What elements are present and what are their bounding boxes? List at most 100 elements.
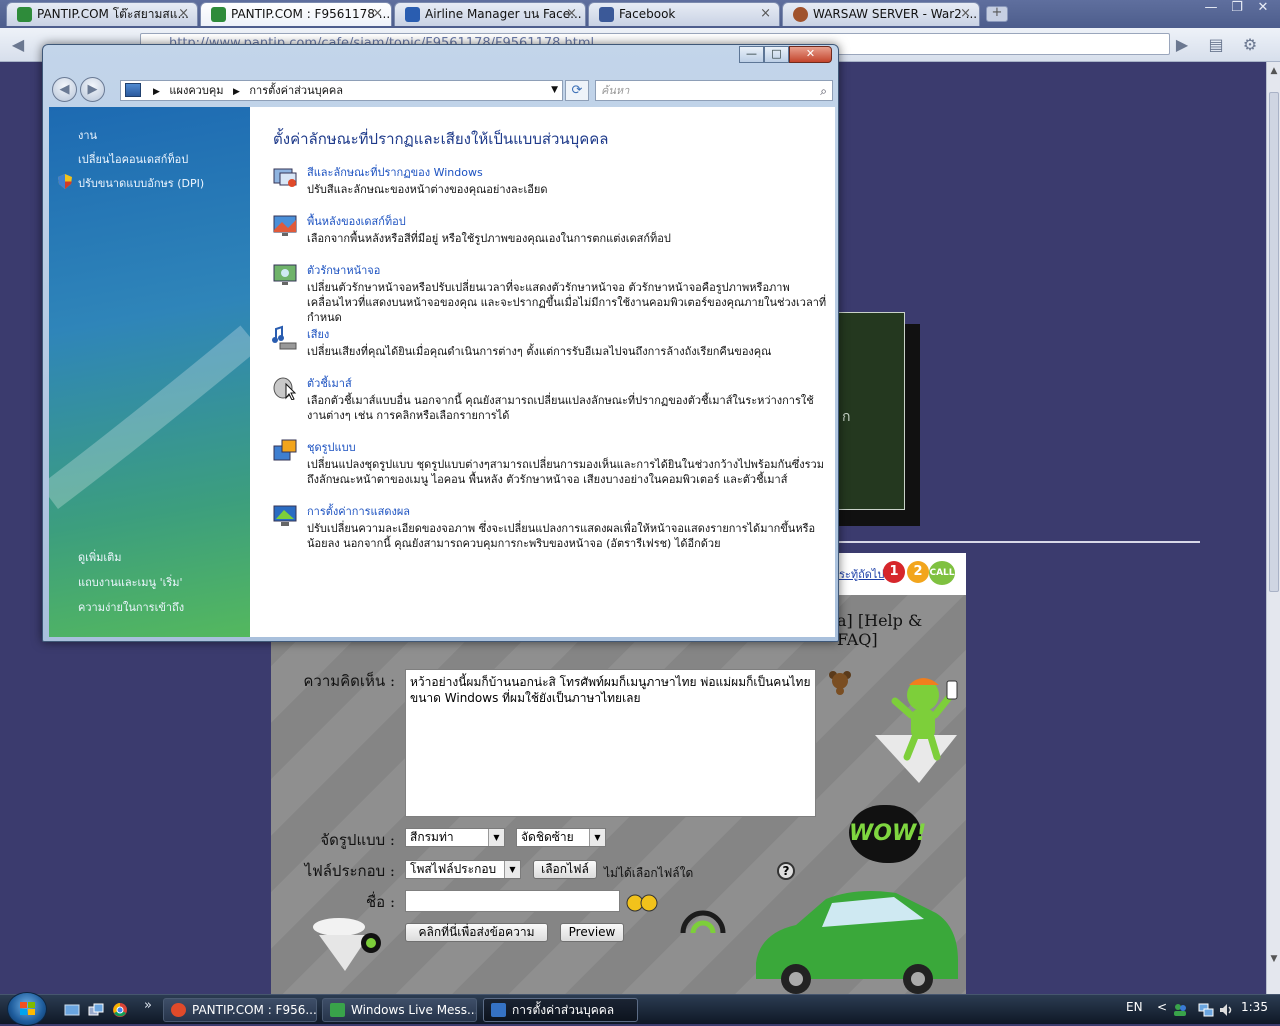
back-button[interactable]: ◀ bbox=[52, 77, 77, 102]
align-select[interactable]: จัดชิดซ้าย ▼ bbox=[516, 828, 606, 847]
tab-close-icon[interactable]: × bbox=[178, 3, 189, 25]
new-tab-button[interactable]: + bbox=[986, 6, 1008, 22]
wrench-icon[interactable]: ⚙ bbox=[1240, 35, 1260, 55]
control-panel-icon bbox=[491, 1003, 506, 1017]
breadcrumb-control-panel[interactable]: แผงควบคุม bbox=[169, 84, 223, 97]
search-input[interactable]: ค้นหา ⌕ bbox=[595, 80, 833, 101]
taskbar-item-label: PANTIP.COM : F956... bbox=[192, 1003, 317, 1017]
breadcrumb-arrow-icon[interactable]: ▶ bbox=[153, 83, 160, 102]
taskbar-item-pantip[interactable]: PANTIP.COM : F956... bbox=[163, 998, 317, 1022]
align-select-value: จัดชิดซ้าย bbox=[521, 830, 574, 844]
desktop-background-link[interactable]: พื้นหลังของเดสก์ท็อป bbox=[307, 212, 406, 230]
minimize-button[interactable]: — bbox=[739, 46, 764, 63]
taskbar-item-personalization[interactable]: การตั้งค่าส่วนบุคคล bbox=[483, 998, 638, 1022]
breadcrumb-personalization[interactable]: การตั้งค่าส่วนบุคคล bbox=[249, 84, 343, 97]
quick-launch-more-icon[interactable]: » bbox=[144, 998, 152, 1013]
show-desktop-icon[interactable] bbox=[64, 1002, 80, 1018]
scroll-down-icon[interactable]: ▼ bbox=[1268, 952, 1280, 966]
one-two-call-logo-1: 1 bbox=[883, 561, 905, 583]
browser-tab-pantip-topic[interactable]: PANTIP.COM : F9561178 ... × bbox=[200, 2, 392, 26]
attach-type-select[interactable]: โพสไฟล์ประกอบ ▼ bbox=[405, 860, 521, 879]
messenger-tray-icon[interactable] bbox=[1172, 1002, 1188, 1018]
clock[interactable]: 1:35 bbox=[1241, 1000, 1268, 1014]
sidebar-adjust-font-size[interactable]: ปรับขนาดแบบอักษร (DPI) bbox=[78, 174, 204, 192]
cloud-illustration bbox=[313, 918, 381, 971]
preview-button[interactable]: Preview bbox=[560, 923, 624, 942]
page-scrollbar[interactable]: ▲ ▼ bbox=[1266, 62, 1280, 994]
no-file-chosen-text: ไม่ได้เลือกไฟล์ใด bbox=[604, 866, 694, 880]
browser-tab-facebook[interactable]: Facebook × bbox=[588, 2, 780, 26]
close-button[interactable]: ✕ bbox=[789, 46, 832, 63]
switch-windows-icon[interactable] bbox=[88, 1002, 104, 1018]
network-tray-icon[interactable] bbox=[1198, 1002, 1214, 1018]
taskbar-item-live-messenger[interactable]: Windows Live Mess... bbox=[322, 998, 477, 1022]
display-settings-link[interactable]: การตั้งค่าการแสดงผล bbox=[307, 502, 410, 520]
scrollbar-thumb[interactable] bbox=[1269, 92, 1279, 592]
display-settings-desc: ปรับเปลี่ยนความละเอียดของจอภาพ ซึ่งจะเปล… bbox=[307, 522, 816, 550]
browser-tab-warsaw-server[interactable]: WARSAW SERVER - War2 ... × bbox=[782, 2, 980, 26]
one-two-call-logo-call: CALL bbox=[929, 561, 955, 585]
refresh-button[interactable]: ⟳ bbox=[565, 80, 589, 101]
scroll-up-icon[interactable]: ▲ bbox=[1268, 64, 1280, 78]
tab-label: Airline Manager บน Face... bbox=[425, 7, 582, 21]
browser-tab-pantip-siam[interactable]: PANTIP.COM โต๊ะสยามสแ... × bbox=[6, 2, 198, 26]
personalization-window: — □ ✕ ◀ ▶ ▶ แผงควบคุม ▶ การตั้งค่าส่วนบุ… bbox=[42, 44, 839, 642]
maximize-button[interactable]: ❐ bbox=[1226, 1, 1248, 17]
screen-saver-desc: เปลี่ยนตัวรักษาหน้าจอหรือปรับเปลี่ยนเวลา… bbox=[307, 281, 827, 324]
teddy-bear-icon bbox=[829, 671, 851, 695]
display-settings-icon bbox=[273, 505, 297, 526]
sidebar-swoosh-decoration bbox=[49, 325, 250, 509]
search-placeholder: ค้นหา bbox=[601, 84, 630, 97]
volume-tray-icon[interactable] bbox=[1218, 1002, 1234, 1018]
screen-saver-link[interactable]: ตัวรักษาหน้าจอ bbox=[307, 261, 380, 279]
start-button[interactable] bbox=[7, 992, 47, 1026]
sounds-link[interactable]: เสียง bbox=[307, 325, 329, 343]
themes-desc: เปลี่ยนแปลงชุดรูปแบบ ชุดรูปแบบต่างๆสามาร… bbox=[307, 458, 824, 486]
comment-textarea[interactable]: หว้าอย่างนี้ผมก็บ้านนอกน่ะสิ โทรศัพท์ผมก… bbox=[405, 669, 816, 817]
language-indicator[interactable]: EN bbox=[1126, 1000, 1143, 1014]
tab-label: PANTIP.COM โต๊ะสยามสแ... bbox=[37, 7, 189, 21]
chevron-down-icon: ▼ bbox=[589, 829, 605, 846]
next-topic-link[interactable]: ระทู้ถัดไป bbox=[839, 565, 884, 583]
desktop-background-desc: เลือกจากพื้นหลังหรือสีที่มีอยู่ หรือใช้ร… bbox=[307, 232, 671, 245]
messenger-icon bbox=[330, 1003, 345, 1017]
themes-link[interactable]: ชุดรูปแบบ bbox=[307, 438, 356, 456]
go-arrow-icon[interactable]: ▶ bbox=[1172, 35, 1192, 55]
page-title: ตั้งค่าลักษณะที่ปรากฏและเสียงให้เป็นแบบส… bbox=[273, 130, 609, 148]
sidebar-change-desktop-icons[interactable]: เปลี่ยนไอคอนเดสก์ท็อป bbox=[78, 150, 188, 168]
color-select[interactable]: สีกรมท่า ▼ bbox=[405, 828, 505, 847]
help-faq-link[interactable]: a] [Help & FAQ] bbox=[837, 611, 966, 649]
back-arrow-icon[interactable]: ◀ bbox=[8, 35, 28, 55]
search-icon[interactable]: ⌕ bbox=[820, 82, 827, 101]
windows-taskbar: » PANTIP.COM : F956... Windows Live Mess… bbox=[0, 992, 1280, 1026]
chrome-icon[interactable] bbox=[112, 1002, 128, 1018]
sidebar-taskbar-start-menu[interactable]: แถบงานและเมนู 'เริ่ม' bbox=[78, 573, 183, 591]
name-input[interactable] bbox=[405, 890, 620, 912]
tab-close-icon[interactable]: × bbox=[960, 3, 971, 25]
browser-tab-airline-manager[interactable]: Airline Manager บน Face... × bbox=[394, 2, 586, 26]
close-button[interactable]: ✕ bbox=[1252, 1, 1274, 17]
mouse-pointers-link[interactable]: ตัวชี้เมาส์ bbox=[307, 374, 352, 392]
explorer-address-bar[interactable]: ▶ แผงควบคุม ▶ การตั้งค่าส่วนบุคคล ▼ bbox=[120, 80, 563, 101]
chevron-down-icon[interactable]: ▼ bbox=[551, 81, 558, 100]
facebook-favicon-icon bbox=[599, 7, 614, 22]
color-select-value: สีกรมท่า bbox=[410, 830, 454, 844]
choose-file-button[interactable]: เลือกไฟล์ bbox=[533, 860, 597, 879]
minimize-button[interactable]: — bbox=[1200, 1, 1222, 17]
maximize-button[interactable]: □ bbox=[764, 46, 789, 63]
sidebar-ease-of-access[interactable]: ความง่ายในการเข้าถึง bbox=[78, 598, 184, 616]
tray-expand-icon[interactable]: < bbox=[1157, 1000, 1167, 1014]
help-question-icon[interactable]: ? bbox=[777, 862, 795, 880]
tab-close-icon[interactable]: × bbox=[372, 3, 383, 25]
screen-saver-icon bbox=[273, 264, 297, 285]
page-menu-icon[interactable]: ▤ bbox=[1206, 35, 1226, 55]
forward-button[interactable]: ▶ bbox=[80, 77, 105, 102]
window-color-icon bbox=[273, 168, 297, 187]
window-color-link[interactable]: สีและลักษณะที่ปรากฏของ Windows bbox=[307, 163, 483, 181]
tab-close-icon[interactable]: × bbox=[760, 3, 771, 25]
submit-message-button[interactable]: คลิกที่นี่เพื่อส่งข้อความ bbox=[405, 923, 548, 942]
taskbar-item-label: Windows Live Mess... bbox=[351, 1003, 477, 1017]
breadcrumb-arrow-icon[interactable]: ▶ bbox=[233, 83, 240, 102]
tab-close-icon[interactable]: × bbox=[566, 3, 577, 25]
attach-label: ไฟล์ประกอบ : bbox=[304, 862, 395, 880]
